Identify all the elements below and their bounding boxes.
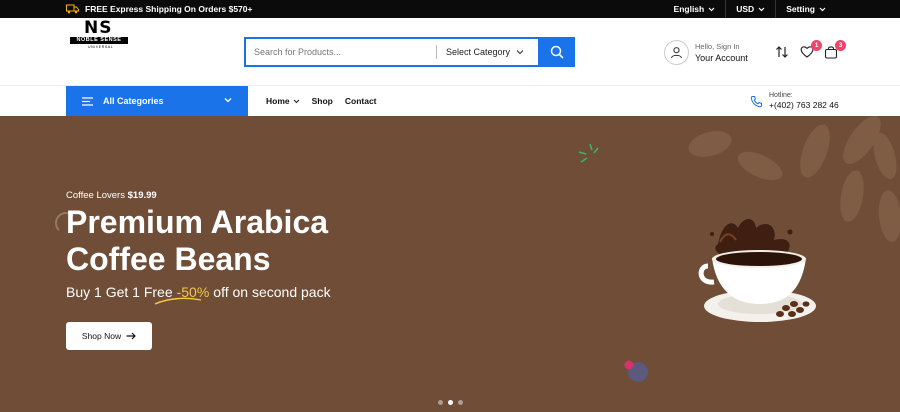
cart-button[interactable]: 3	[824, 40, 846, 59]
language-selector[interactable]: English	[664, 0, 726, 18]
settings-selector[interactable]: Setting	[775, 0, 836, 18]
logo-name: NOBLE SENSE	[70, 37, 128, 44]
promo-text: off on second pack	[213, 284, 331, 300]
chevron-down-icon	[758, 7, 765, 11]
nav-item-contact[interactable]: Contact	[345, 96, 377, 106]
language-label: English	[673, 4, 705, 14]
all-categories-button[interactable]: All Categories	[66, 86, 248, 116]
settings-label: Setting	[786, 4, 815, 14]
nav-item-label: Contact	[344, 96, 377, 106]
nav-menu: Home Shop Contact	[266, 86, 377, 116]
nav-item-label: Home	[266, 96, 290, 106]
account-label: Your Account	[695, 52, 748, 63]
hero-price: $19.99	[127, 190, 157, 201]
search-bar: Select Category	[244, 37, 575, 67]
account-greeting: Hello, Sign In	[695, 41, 740, 51]
menu-icon	[82, 96, 93, 106]
slider-pagination	[438, 400, 463, 405]
wishlist-button[interactable]: 1	[800, 40, 822, 59]
shop-now-button[interactable]: Shop Now	[66, 322, 152, 350]
chevron-down-icon	[708, 7, 715, 11]
slide-dot-active[interactable]	[448, 400, 453, 405]
search-input[interactable]	[254, 39, 432, 65]
slide-dot[interactable]	[458, 400, 463, 405]
dots-decoration	[624, 360, 648, 382]
wishlist-count-badge: 1	[811, 40, 822, 51]
avatar	[664, 39, 689, 65]
currency-label: USD	[736, 4, 755, 14]
top-bar: FREE Express Shipping On Orders $570+ En…	[0, 0, 900, 18]
nav-item-shop[interactable]: Shop	[312, 96, 333, 106]
search-icon	[550, 45, 564, 59]
hotline-label: Hotline:	[769, 92, 793, 99]
chevron-down-icon	[819, 7, 826, 11]
account-link[interactable]: Hello, Sign In Your Account	[664, 39, 748, 65]
hero-banner: Coffee Lovers $19.99 Premium Arabica Cof…	[0, 116, 900, 412]
all-categories-label: All Categories	[103, 96, 164, 106]
shipping-text: FREE Express Shipping On Orders $570+	[85, 4, 253, 14]
search-button[interactable]	[538, 37, 575, 67]
nav-item-label: Shop	[311, 96, 333, 106]
hero-pretitle-text: Coffee Lovers	[66, 190, 125, 201]
cart-count-badge: 3	[835, 40, 846, 51]
site-logo[interactable]: NS NOBLE SENSE UNIVERSAL	[70, 18, 132, 52]
currency-selector[interactable]: USD	[725, 0, 775, 18]
category-select-label: Select Category	[446, 47, 511, 57]
slide-dot[interactable]	[438, 400, 443, 405]
compare-arrows-icon	[776, 46, 788, 58]
main-nav: All Categories Home Shop Contact Hotline…	[0, 86, 900, 116]
truck-icon	[66, 4, 79, 14]
user-icon	[671, 46, 682, 58]
shop-now-label: Shop Now	[81, 331, 122, 341]
logo-sub: UNIVERSAL	[88, 45, 114, 49]
shipping-notice: FREE Express Shipping On Orders $570+	[66, 0, 252, 18]
search-divider	[436, 45, 437, 59]
chevron-down-icon	[224, 98, 232, 103]
logo-mark: NS	[84, 18, 113, 38]
compare-button[interactable]	[775, 45, 791, 59]
hotline-number: +(402) 763 282 46	[769, 100, 839, 110]
coffee-cup-image	[698, 218, 816, 322]
category-select[interactable]: Select Category	[446, 39, 524, 65]
sparkle-decoration	[578, 143, 599, 163]
hero-title-line: Coffee Beans	[66, 241, 271, 277]
hotline[interactable]: Hotline: +(402) 763 282 46	[750, 90, 839, 112]
arrow-right-icon	[126, 332, 136, 340]
hero-title: Premium Arabica Coffee Beans	[66, 204, 396, 278]
phone-icon	[750, 95, 762, 107]
nav-item-home[interactable]: Home	[266, 96, 300, 106]
chevron-down-icon	[516, 50, 524, 55]
chevron-down-icon	[293, 99, 300, 103]
hero-pretitle: Coffee Lovers $19.99	[66, 190, 157, 201]
underline-swoosh-decoration	[154, 297, 202, 305]
hero-title-line: Premium Arabica	[66, 204, 329, 240]
